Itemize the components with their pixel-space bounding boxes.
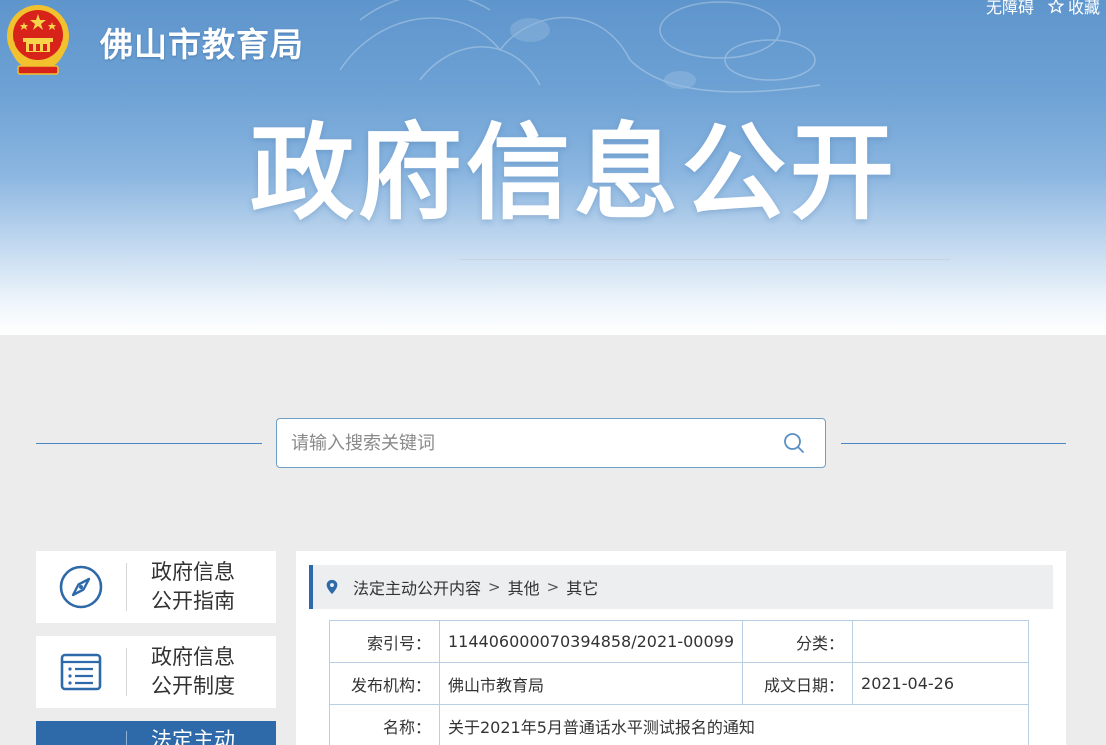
compass-icon (59, 565, 103, 609)
category-label: 分类： (742, 620, 854, 663)
national-emblem-icon (7, 5, 69, 75)
publisher-label: 发布机构： (329, 662, 440, 705)
breadcrumb-item[interactable]: 其他 (508, 575, 540, 599)
date-label: 成文日期： (742, 662, 854, 705)
date-value: 2021-04-26 (852, 662, 1029, 705)
chevron-right-icon: > (546, 578, 560, 596)
search-input[interactable] (291, 432, 777, 454)
blossom-decoration (339, 0, 821, 93)
sidebar-item-system[interactable]: 政府信息 公开制度 (36, 636, 276, 708)
chevron-right-icon: > (488, 578, 501, 596)
folder-icon (58, 737, 104, 745)
search-button[interactable] (777, 426, 811, 460)
publisher-value: 佛山市教育局 (438, 662, 744, 705)
sidebar-item-statutory[interactable]: 法定主动 (36, 721, 276, 745)
hero-divider (460, 259, 950, 260)
sidebar-item-label: 公开制度 (151, 674, 235, 698)
accessibility-link[interactable]: 无障碍 (986, 0, 1034, 18)
search-divider-right (841, 443, 1066, 444)
sidebar-item-label: 政府信息 (151, 560, 235, 584)
table-row: 索引号： 114406000070394858/2021-00099 分类： (329, 620, 1029, 663)
sidebar-item-label: 法定主动 (151, 728, 235, 745)
table-row: 名称： 关于2021年5月普通话水平测试报名的通知 (329, 704, 1029, 745)
header-banner: 佛山市教育局 无障碍 收藏 政府信息公开 (0, 0, 1106, 335)
category-value (852, 620, 1029, 663)
breadcrumb-item[interactable]: 其它 (566, 575, 598, 599)
search-divider-left (36, 443, 262, 444)
sidebar-item-guide[interactable]: 政府信息 公开指南 (36, 551, 276, 623)
index-label: 索引号： (329, 620, 440, 663)
name-value: 关于2021年5月普通话水平测试报名的通知 (439, 704, 1029, 745)
search-bar (276, 418, 826, 468)
breadcrumb-item[interactable]: 法定主动公开内容 (353, 575, 481, 599)
table-row: 发布机构： 佛山市教育局 成文日期： 2021-04-26 (329, 662, 1029, 705)
star-icon (1047, 0, 1064, 14)
location-pin-icon (326, 579, 338, 595)
index-value: 114406000070394858/2021-00099 (438, 620, 744, 663)
breadcrumb: 法定主动公开内容 > 其他 > 其它 (309, 565, 1053, 609)
accessibility-label: 无障碍 (985, 0, 1034, 17)
hero-title: 政府信息公开 (250, 112, 899, 234)
sidebar-item-label: 政府信息 (151, 645, 235, 669)
top-links: 无障碍 收藏 (986, 0, 1100, 18)
search-icon (784, 433, 804, 453)
favorite-label: 收藏 (1067, 0, 1100, 17)
sidebar-item-label: 公开指南 (151, 589, 235, 613)
site-name[interactable]: 佛山市教育局 (100, 18, 304, 66)
name-label: 名称： (329, 704, 440, 745)
document-list-icon (60, 653, 102, 691)
content-panel: 法定主动公开内容 > 其他 > 其它 索引号： 1144060000703948… (296, 551, 1066, 745)
document-meta-table: 索引号： 114406000070394858/2021-00099 分类： 发… (329, 620, 1029, 745)
favorite-link[interactable]: 收藏 (1047, 0, 1100, 18)
